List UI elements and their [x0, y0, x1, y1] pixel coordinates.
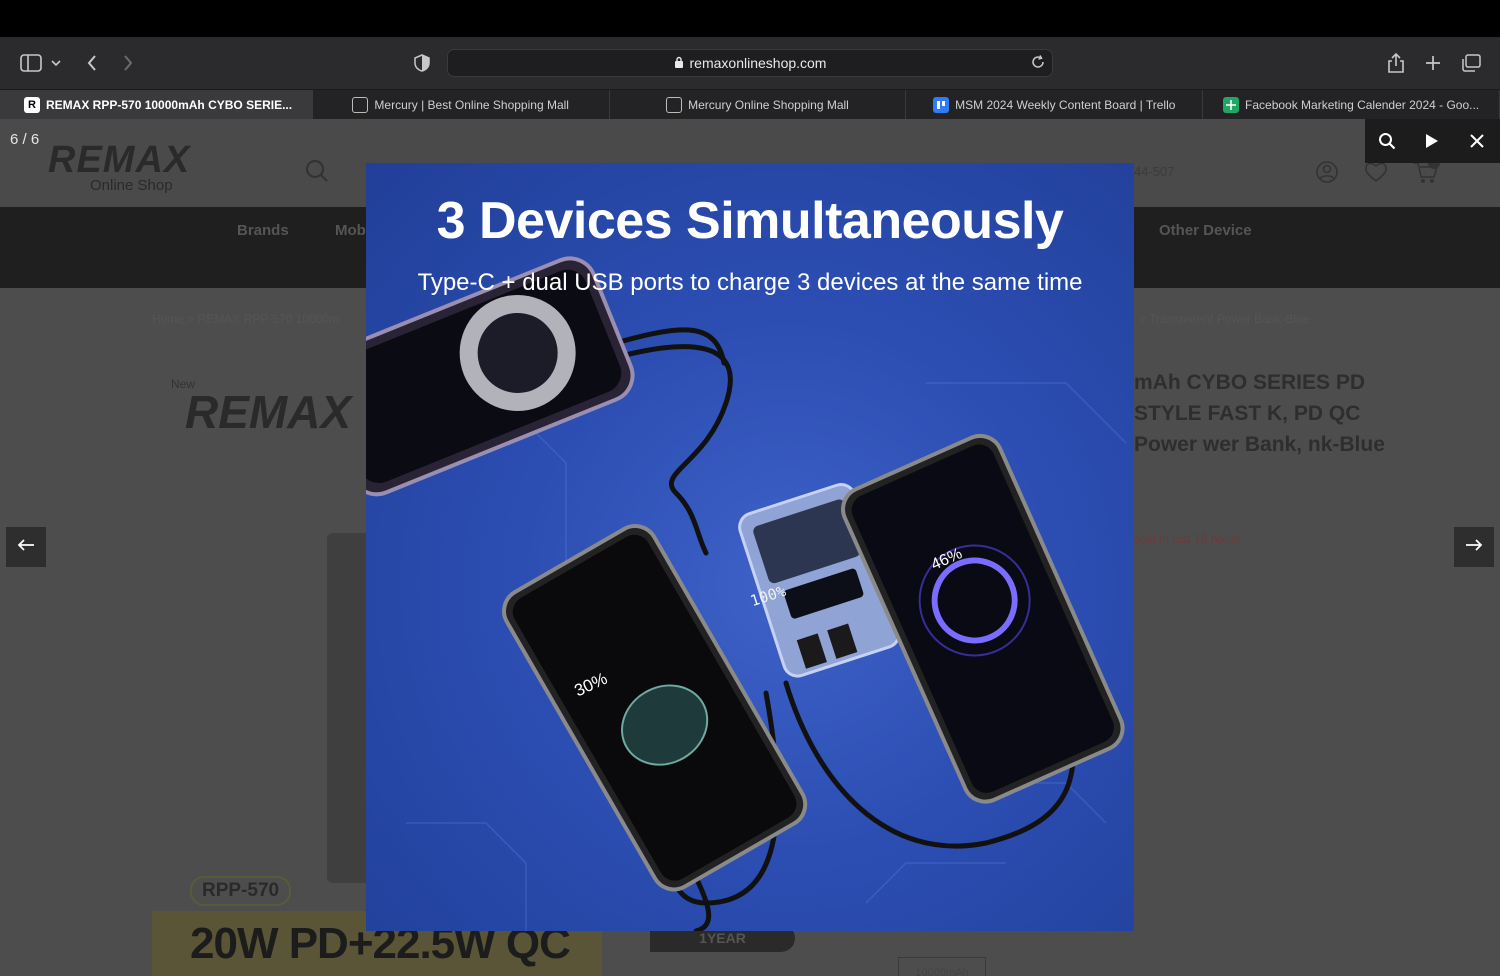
tab-overview-icon[interactable]	[1459, 51, 1483, 75]
mercury-favicon-icon	[352, 96, 369, 113]
reload-icon[interactable]	[1030, 54, 1046, 73]
image-counter: 6 / 6	[10, 131, 40, 148]
chevron-down-icon[interactable]	[48, 51, 64, 75]
image-subheadline: Type-C + dual USB ports to charge 3 devi…	[417, 269, 1083, 296]
close-icon[interactable]	[1465, 129, 1489, 153]
privacy-shield-icon[interactable]	[410, 51, 434, 75]
product-model-badge: RPP-570	[190, 876, 292, 906]
site-logo[interactable]: REMAX	[48, 139, 190, 182]
tab-title: Facebook Marketing Calender 2024 - Goo..…	[1245, 97, 1480, 112]
capacity-option[interactable]: 10000mAh	[898, 957, 986, 976]
product-image-logo: REMAX	[185, 386, 352, 438]
lock-icon	[674, 55, 684, 71]
wishlist-heart-icon[interactable]	[1364, 161, 1388, 188]
tab-remax-product[interactable]: R REMAX RPP-570 10000mAh CYBO SERIE...	[0, 90, 313, 119]
tab-title: MSM 2024 Weekly Content Board | Trello	[955, 97, 1176, 112]
new-tab-icon[interactable]	[1421, 51, 1445, 75]
hotline-fragment: 44-507	[1134, 164, 1175, 179]
mercury-favicon-icon	[666, 96, 683, 113]
tab-title: Mercury Online Shopping Mall	[688, 97, 849, 112]
tab-title: REMAX RPP-570 10000mAh CYBO SERIE...	[46, 97, 293, 112]
next-image-button[interactable]	[1454, 527, 1494, 567]
browser-toolbar: remaxonlineshop.com	[0, 37, 1500, 89]
image-headline: 3 Devices Simultaneously	[436, 192, 1064, 250]
sidebar-toggle-icon[interactable]	[19, 51, 43, 75]
product-image-body	[327, 533, 367, 883]
prev-image-button[interactable]	[6, 527, 46, 567]
nav-other-device[interactable]: Other Device	[1159, 222, 1252, 239]
forward-icon[interactable]	[116, 51, 140, 75]
site-logo-sub: Online Shop	[90, 177, 173, 194]
product-title: mAh CYBO SERIES PD STYLE FAST K, PD QC P…	[1134, 371, 1385, 456]
nav-mobile[interactable]: Mob	[335, 222, 366, 239]
arrow-left-icon	[17, 538, 35, 557]
tab-trello[interactable]: MSM 2024 Weekly Content Board | Trello	[906, 90, 1204, 119]
address-bar[interactable]: remaxonlineshop.com	[447, 49, 1053, 77]
tab-bar: R REMAX RPP-570 10000mAh CYBO SERIE... M…	[0, 89, 1500, 119]
slideshow-play-icon[interactable]	[1420, 129, 1444, 153]
tab-google-sheets[interactable]: Facebook Marketing Calender 2024 - Goo..…	[1203, 90, 1500, 119]
tab-mercury-online[interactable]: Mercury Online Shopping Mall	[610, 90, 907, 119]
system-top-bar	[0, 0, 1500, 37]
breadcrumb[interactable]: Home > REMAX RPP-570 10000m	[152, 312, 339, 326]
back-icon[interactable]	[80, 51, 104, 75]
url-text: remaxonlineshop.com	[689, 55, 827, 71]
nav-brands[interactable]: Brands	[237, 222, 289, 239]
tab-title: Mercury | Best Online Shopping Mall	[374, 97, 569, 112]
sheets-favicon-icon	[1223, 96, 1240, 113]
share-icon[interactable]	[1384, 51, 1408, 75]
arrow-right-icon	[1465, 538, 1483, 557]
trello-favicon-icon	[933, 96, 950, 113]
tab-mercury-best[interactable]: Mercury | Best Online Shopping Mall	[313, 90, 610, 119]
search-icon[interactable]	[305, 159, 329, 188]
sold-counter: sold in last 18 hours	[1134, 532, 1241, 546]
lightbox-toolbar	[1365, 119, 1500, 163]
breadcrumb-current: c Transparent Power Bank-Blue	[1140, 312, 1310, 326]
remax-favicon-icon: R	[24, 96, 40, 113]
zoom-search-icon[interactable]	[1375, 129, 1399, 153]
lightbox-image[interactable]: 3 Devices Simultaneously Type-C + dual U…	[366, 163, 1134, 931]
account-icon[interactable]	[1316, 161, 1338, 188]
